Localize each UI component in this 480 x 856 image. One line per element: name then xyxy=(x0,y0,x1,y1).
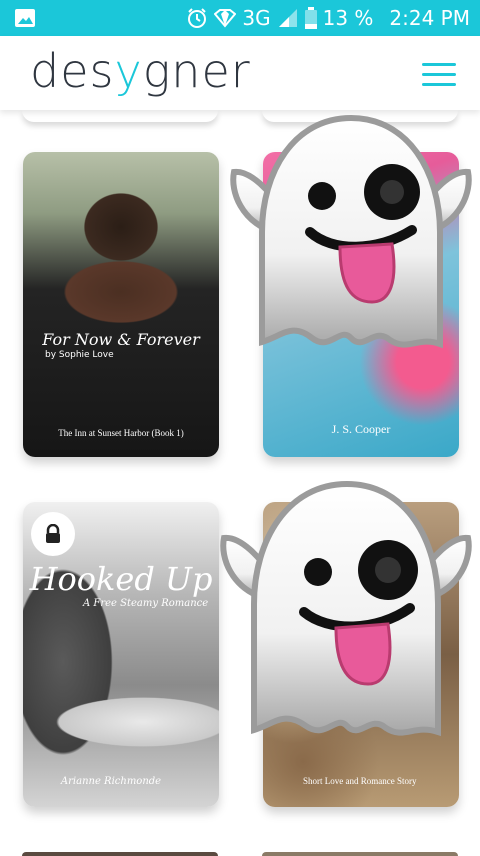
book-tagline: Short Love and Romance Story xyxy=(303,776,417,786)
battery-level: 13 % xyxy=(322,6,374,30)
app-header: desygner xyxy=(0,36,480,110)
lock-badge xyxy=(31,512,75,556)
alarm-icon xyxy=(188,8,207,28)
card-stub xyxy=(262,852,458,856)
network-type: 3G xyxy=(242,6,271,30)
wifi-icon xyxy=(214,9,237,28)
card-stub xyxy=(22,852,218,856)
book-cover-image xyxy=(23,152,219,457)
book-card[interactable]: For Now & Forever by Sophie Love The Inn… xyxy=(23,152,219,457)
book-title: For Now & Forever xyxy=(42,330,200,349)
clock: 2:24 PM xyxy=(389,6,470,30)
logo-part-1: des xyxy=(30,44,115,98)
status-bar: 3G 13 % 2:24 PM xyxy=(0,0,480,36)
ghost-icon xyxy=(230,114,472,349)
book-series: The Inn at Sunset Harbor (Book 1) xyxy=(58,428,184,438)
book-author: by Sophie Love xyxy=(45,350,114,360)
ghost-icon xyxy=(220,480,472,737)
book-subtitle: A Free Steamy Romance xyxy=(83,598,209,609)
menu-icon[interactable] xyxy=(422,63,456,87)
book-card[interactable]: Hooked Up A Free Steamy Romance Arianne … xyxy=(23,502,219,807)
book-title: Hooked Up xyxy=(29,560,213,598)
lock-icon xyxy=(46,524,60,543)
signal-icon xyxy=(278,9,297,27)
logo-part-2: gner xyxy=(142,44,251,98)
battery-icon xyxy=(304,7,317,29)
image-icon xyxy=(15,9,35,27)
app-logo[interactable]: desygner xyxy=(30,44,251,98)
card-stub xyxy=(22,110,218,122)
book-author: Arianne Richmonde xyxy=(60,776,162,787)
logo-accent: y xyxy=(114,44,143,98)
book-author: J. S. Cooper xyxy=(331,422,391,436)
